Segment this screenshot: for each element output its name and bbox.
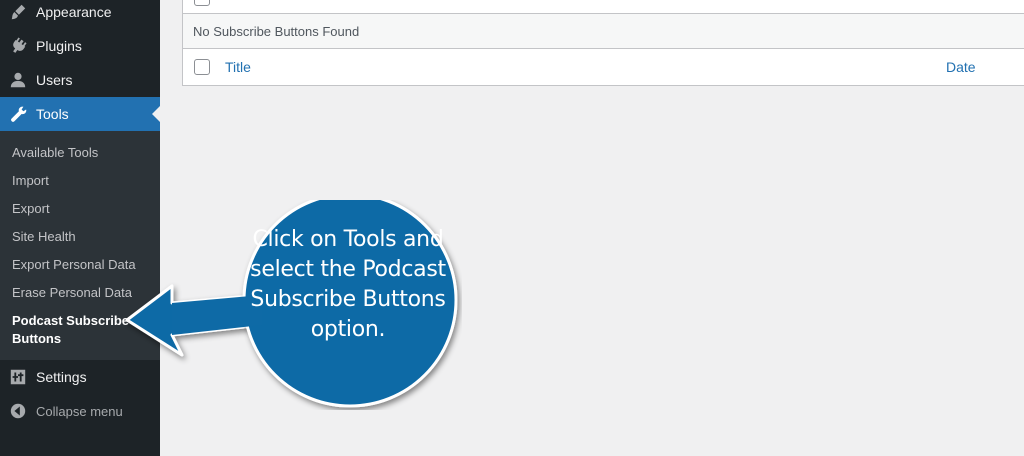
empty-message: No Subscribe Buttons Found (193, 23, 360, 39)
submenu-import[interactable]: Import (12, 172, 152, 190)
settings-sliders-icon (8, 367, 28, 387)
column-title-sort-link[interactable]: Title (225, 59, 251, 75)
callout-text: Click on Tools and select the Podcast Su… (250, 227, 446, 342)
select-all-checkbox-bottom[interactable] (194, 59, 210, 75)
wrench-icon (8, 104, 28, 124)
subscribe-buttons-table: No Subscribe Buttons Found Title Date (182, 0, 1024, 86)
menu-item-users[interactable]: Users (0, 63, 160, 97)
collapse-arrow-icon (8, 401, 28, 421)
table-header-row (183, 0, 1024, 14)
active-indicator (152, 106, 160, 122)
table-footer-row: Title Date (183, 49, 1024, 85)
select-all-checkbox-top[interactable] (194, 0, 210, 6)
paintbrush-icon (8, 2, 28, 22)
menu-item-appearance[interactable]: Appearance (0, 0, 160, 29)
empty-table-row: No Subscribe Buttons Found (183, 14, 1024, 49)
menu-item-tools[interactable]: Tools (0, 97, 160, 131)
menu-item-label: Users (36, 72, 73, 88)
menu-item-label: Plugins (36, 38, 82, 54)
column-date-sort-link[interactable]: Date (946, 59, 976, 75)
menu-item-label: Appearance (36, 4, 112, 20)
plug-icon (8, 36, 28, 56)
menu-item-plugins[interactable]: Plugins (0, 29, 160, 63)
collapse-menu-label: Collapse menu (36, 403, 123, 419)
submenu-available-tools[interactable]: Available Tools (12, 144, 152, 162)
menu-item-label: Settings (36, 369, 87, 385)
menu-item-label: Tools (36, 106, 69, 122)
user-icon (8, 70, 28, 90)
submenu-podcast-subscribe-buttons[interactable]: Podcast Subscribe Buttons (12, 312, 132, 348)
